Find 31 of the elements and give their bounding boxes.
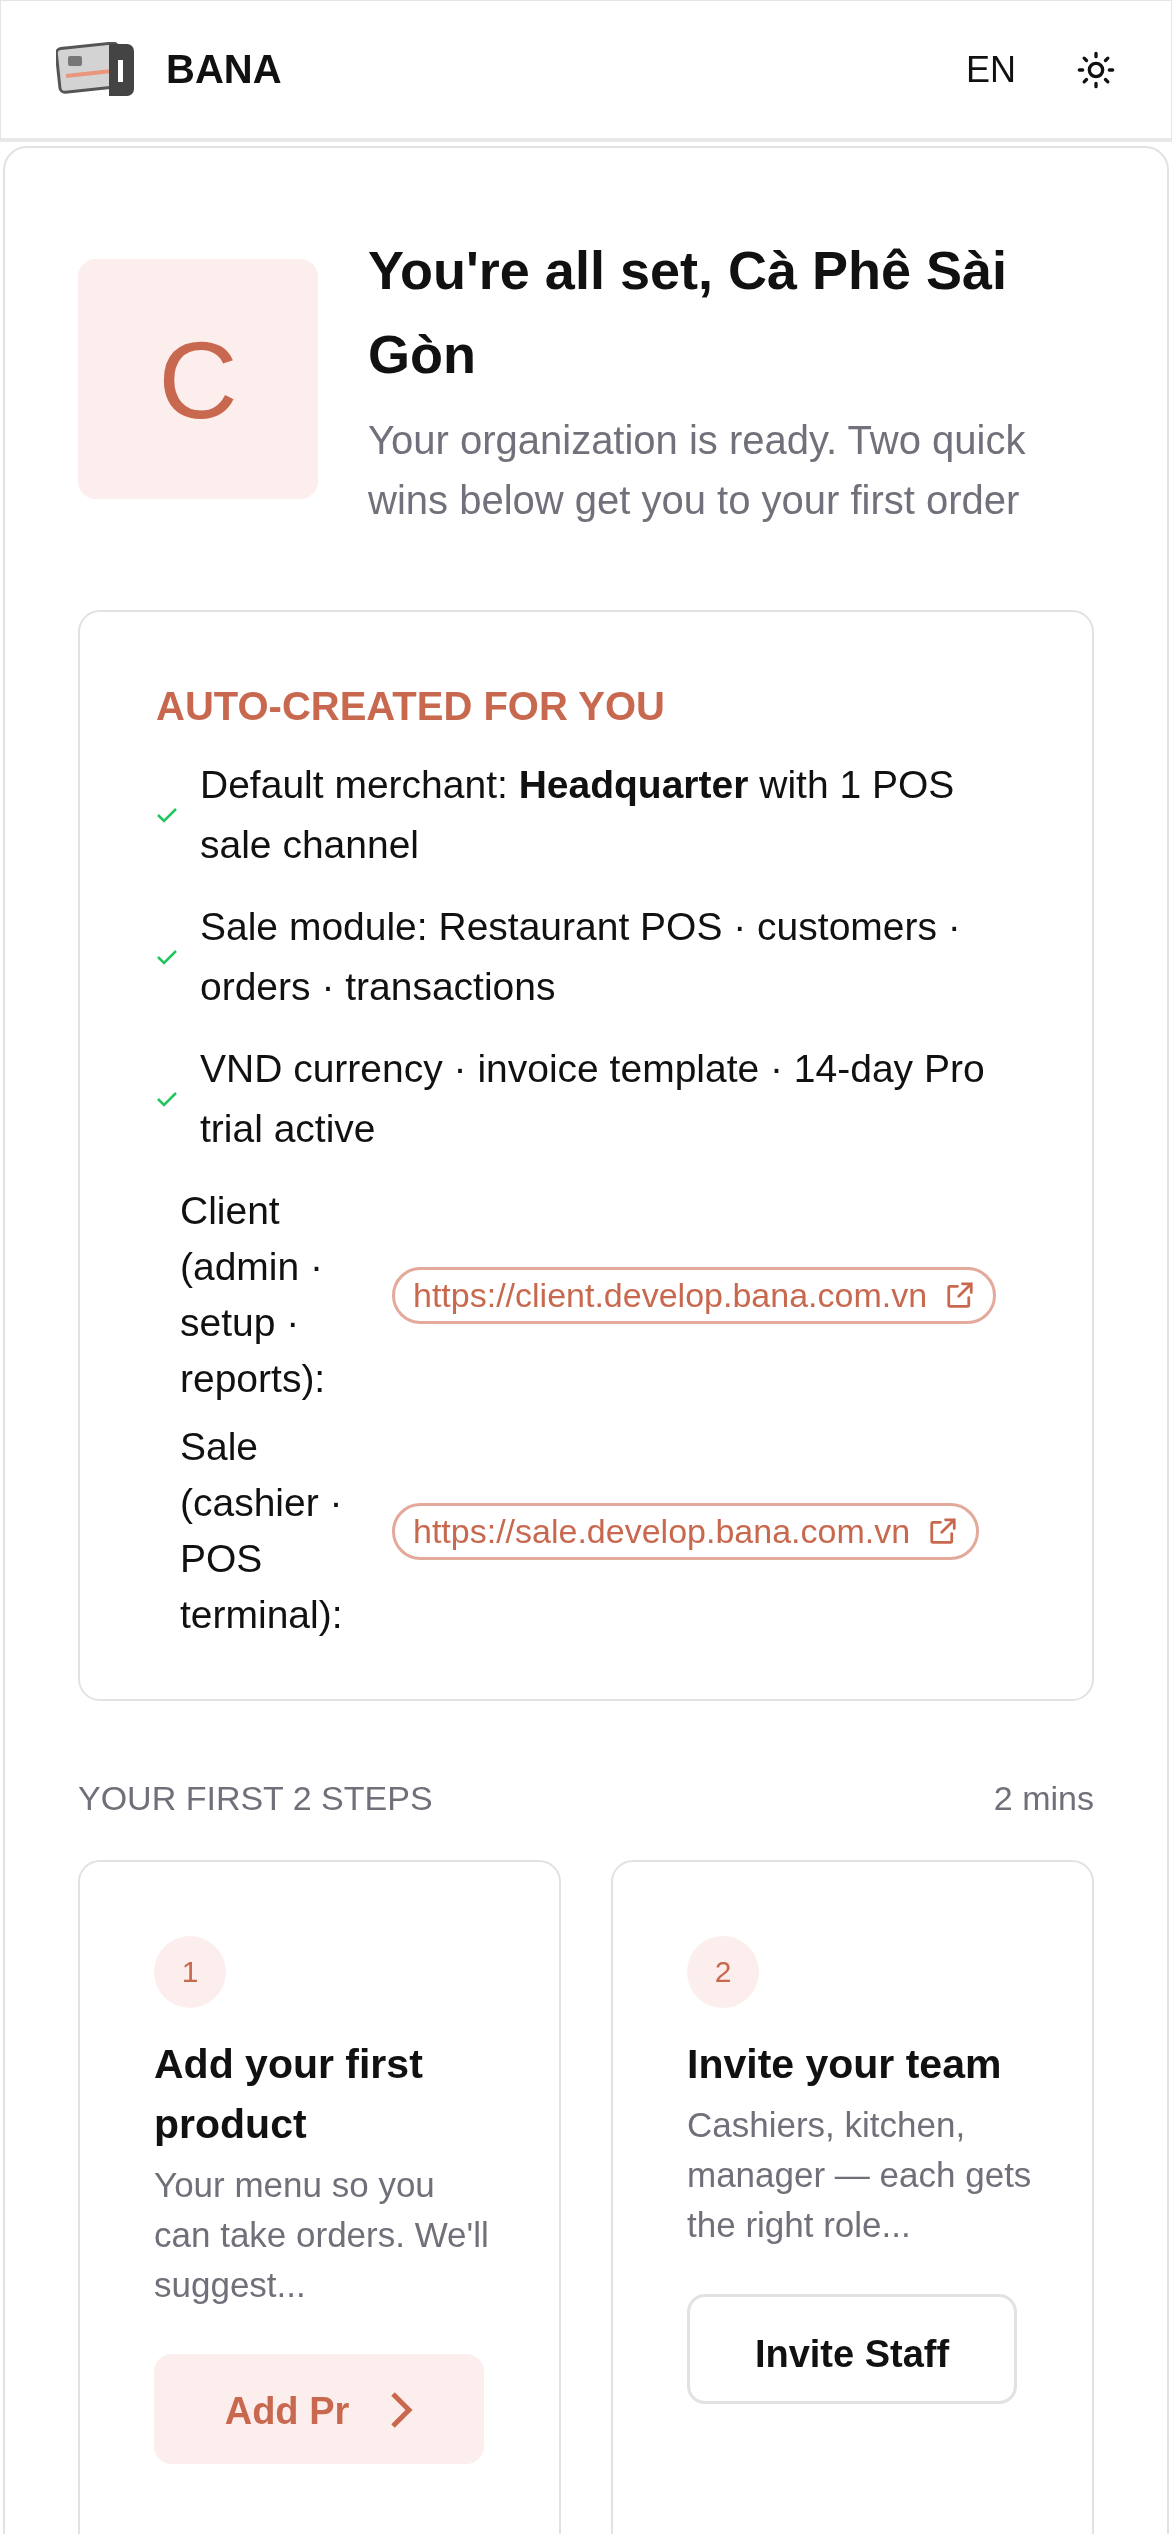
logo-icon [56, 41, 136, 98]
external-link-icon [945, 1280, 976, 1310]
step-title: Add your first product [154, 2040, 424, 2149]
duration-label: 2 mins [993, 1779, 1094, 1818]
step-button[interactable]: Invite Staff [687, 2294, 1017, 2404]
check-icon [156, 807, 178, 823]
organization-avatar: C [78, 259, 318, 499]
steps-heading: YOUR FIRST 2 STEPS [78, 1779, 433, 1818]
link-label: Sale (cashier · POS terminal): [180, 1424, 344, 1638]
step-number: 1 [154, 1936, 226, 2008]
theme-toggle-button[interactable] [1076, 49, 1116, 90]
url-link[interactable]: https://sale.develop.bana.com.vn [392, 1502, 980, 1560]
brand-name: BANA [166, 47, 282, 92]
step-button[interactable]: Add Pr [154, 2354, 484, 2464]
feature-item: VND currency · invoice template · 14-day Pro trial active [200, 1046, 986, 1152]
step-description: Cashiers, kitchen, manager — each gets the right role... [687, 2104, 1032, 2246]
welcome-title: You're all set, Cà Phê Sài Gòn [368, 239, 1009, 386]
link-label: Client (admin · setup · reports): [180, 1188, 327, 1402]
chevron-right-icon [389, 2390, 414, 2430]
section-heading: AUTO-CREATED FOR YOU [156, 684, 666, 729]
step-number: 2 [687, 1936, 759, 2008]
step-description: Your menu so you can take orders. We'll suggest... [154, 2164, 490, 2306]
check-icon [156, 1091, 178, 1107]
step-title: Invite your team [687, 2040, 1003, 2089]
feature-item: Default merchant: Headquarter with 1 POS sale channel [200, 762, 956, 868]
external-link-icon [928, 1516, 959, 1546]
welcome-subtitle: Your organization is ready. Two quick wins below get you to your first order [368, 417, 1027, 524]
feature-item: Sale module: Restaurant POS · customers · orders · transactions [200, 904, 962, 1010]
url-link[interactable]: https://client.develop.bana.com.vn [392, 1266, 997, 1324]
language-button[interactable]: EN [966, 48, 1016, 91]
check-icon [156, 949, 178, 965]
